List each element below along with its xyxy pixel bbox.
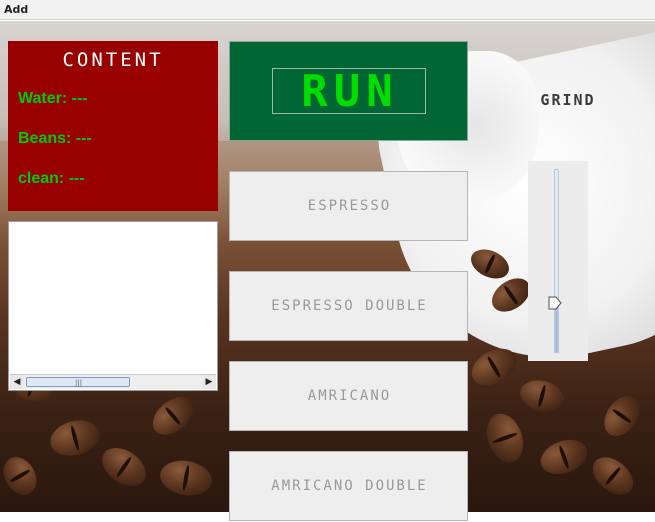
- background-bean: [597, 389, 647, 443]
- background-bean: [516, 375, 568, 417]
- scroll-grip-icon: |||: [75, 379, 83, 387]
- grind-slider-panel: [528, 161, 588, 361]
- background-bean: [157, 456, 215, 500]
- americano-button-label: AMRICANO: [307, 388, 392, 404]
- content-panel: CONTENT Water: --- Beans: --- clean: ---: [8, 41, 218, 211]
- scroll-left-icon[interactable]: ◀: [10, 375, 24, 389]
- log-text-area[interactable]: ◀ ||| ▶: [8, 221, 218, 391]
- run-focus-border: RUN: [272, 66, 426, 117]
- run-button[interactable]: RUN: [229, 41, 468, 141]
- background-bean: [535, 433, 593, 481]
- water-status: Water: ---: [18, 90, 88, 107]
- espresso-double-button[interactable]: ESPRESSO DOUBLE: [229, 271, 468, 341]
- americano-double-button[interactable]: AMRICANO DOUBLE: [229, 451, 468, 521]
- grind-label: GRIND: [540, 91, 596, 109]
- scroll-right-icon[interactable]: ▶: [202, 375, 216, 389]
- grind-slider-fill: [555, 303, 558, 352]
- run-button-label: RUN: [301, 66, 399, 117]
- background-bean: [585, 449, 641, 503]
- espresso-button[interactable]: ESPRESSO: [229, 171, 468, 241]
- background-bean: [0, 451, 43, 501]
- clean-status: clean: ---: [18, 170, 85, 187]
- content-heading: CONTENT: [62, 49, 164, 71]
- espresso-double-button-label: ESPRESSO DOUBLE: [271, 298, 428, 314]
- grind-slider[interactable]: [554, 169, 559, 353]
- horizontal-scrollbar[interactable]: ◀ ||| ▶: [10, 374, 216, 389]
- window-titlebar: Add: [0, 0, 655, 20]
- background-bean: [480, 408, 530, 468]
- espresso-button-label: ESPRESSO: [307, 198, 392, 214]
- americano-button[interactable]: AMRICANO: [229, 361, 468, 431]
- background-bean: [145, 389, 201, 443]
- grind-slider-thumb[interactable]: [548, 296, 562, 310]
- beans-status: Beans: ---: [18, 130, 92, 147]
- scroll-thumb[interactable]: |||: [26, 377, 130, 387]
- window-title: Add: [4, 3, 29, 16]
- background-bean: [46, 415, 104, 461]
- background-bean: [95, 440, 153, 494]
